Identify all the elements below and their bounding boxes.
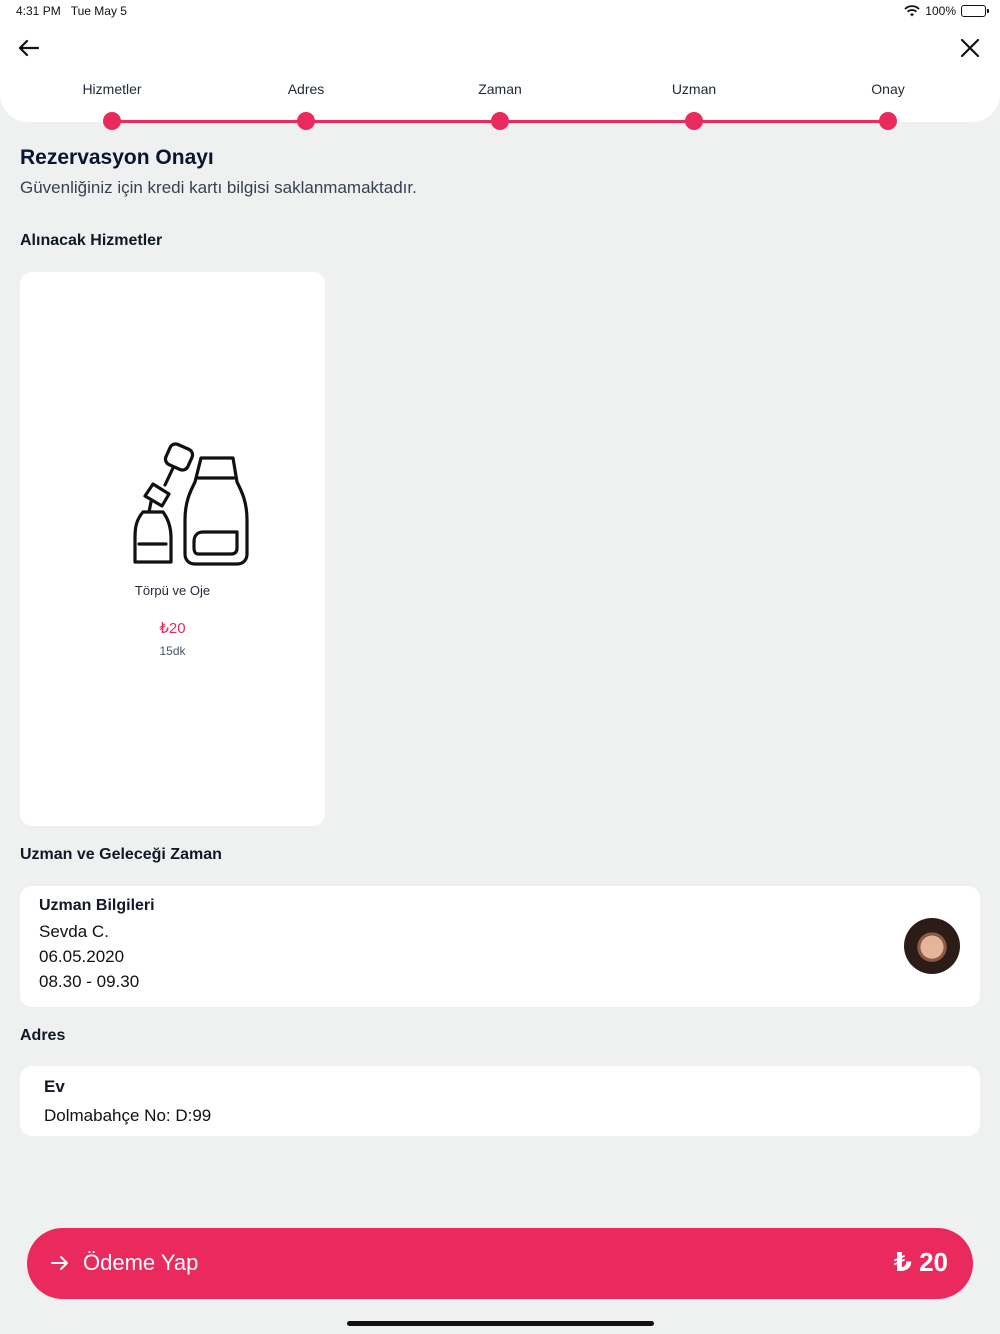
service-card[interactable]: Törpü ve Oje ₺20 15dk (20, 272, 325, 826)
address-card[interactable]: Ev Dolmabahçe No: D:99 (20, 1066, 980, 1136)
step-label: Zaman (478, 81, 522, 97)
step-dot (103, 112, 121, 130)
service-duration: 15dk (159, 644, 186, 658)
address-line: Dolmabahçe No: D:99 (44, 1106, 212, 1125)
step-adres[interactable]: Adres (236, 80, 376, 130)
pay-button-amount: ₺ 20 (893, 1247, 948, 1277)
back-arrow-icon[interactable] (16, 36, 42, 60)
step-label: Adres (287, 81, 325, 97)
step-hizmetler[interactable]: Hizmetler (42, 80, 182, 130)
pay-button[interactable]: Ödeme Yap ₺ 20 (27, 1228, 973, 1299)
expert-name: Sevda C. (39, 922, 109, 941)
progress-stepper: Hizmetler Adres Zaman Uzman Onay (0, 80, 1000, 132)
address-label: Ev (44, 1077, 65, 1096)
expert-avatar[interactable] (904, 918, 960, 974)
wifi-icon (904, 5, 920, 17)
battery-percent: 100% (925, 4, 956, 18)
expert-card-title: Uzman Bilgileri (39, 897, 155, 914)
step-zaman[interactable]: Zaman (430, 80, 570, 130)
step-label: Onay (871, 81, 905, 97)
page-subtitle: Güvenliğiniz için kredi kartı bilgisi sa… (20, 178, 417, 197)
close-icon[interactable] (958, 36, 982, 60)
step-dot (879, 112, 897, 130)
status-time: 4:31 PM Tue May 5 (16, 4, 127, 18)
step-uzman[interactable]: Uzman (624, 80, 764, 130)
status-date: Tue May 5 (70, 4, 127, 18)
battery-icon (961, 5, 989, 17)
step-dot (491, 112, 509, 130)
appointment-time: 08.30 - 09.30 (39, 972, 140, 991)
step-onay[interactable]: Onay (818, 80, 958, 130)
step-dot (685, 112, 703, 130)
expert-card[interactable]: Uzman Bilgileri Sevda C. 06.05.2020 08.3… (20, 886, 980, 1007)
service-price: ₺20 (159, 620, 186, 637)
top-bar: 4:31 PM Tue May 5 100% Hizmetler Adres Z… (0, 0, 1000, 130)
address-heading: Adres (20, 1027, 66, 1044)
step-label: Hizmetler (82, 81, 142, 97)
appointment-date: 06.05.2020 (39, 947, 125, 966)
status-right: 100% (904, 4, 989, 18)
pay-button-label: Ödeme Yap (83, 1250, 199, 1275)
arrow-right-icon (51, 1256, 68, 1270)
expert-heading: Uzman ve Geleceği Zaman (20, 846, 222, 863)
step-dot (297, 112, 315, 130)
page-title: Rezervasyon Onayı (20, 146, 214, 169)
nail-polish-icon (133, 442, 249, 566)
step-label: Uzman (671, 81, 717, 97)
services-heading: Alınacak Hizmetler (20, 232, 163, 249)
home-indicator (347, 1321, 654, 1326)
service-name: Törpü ve Oje (134, 583, 211, 598)
